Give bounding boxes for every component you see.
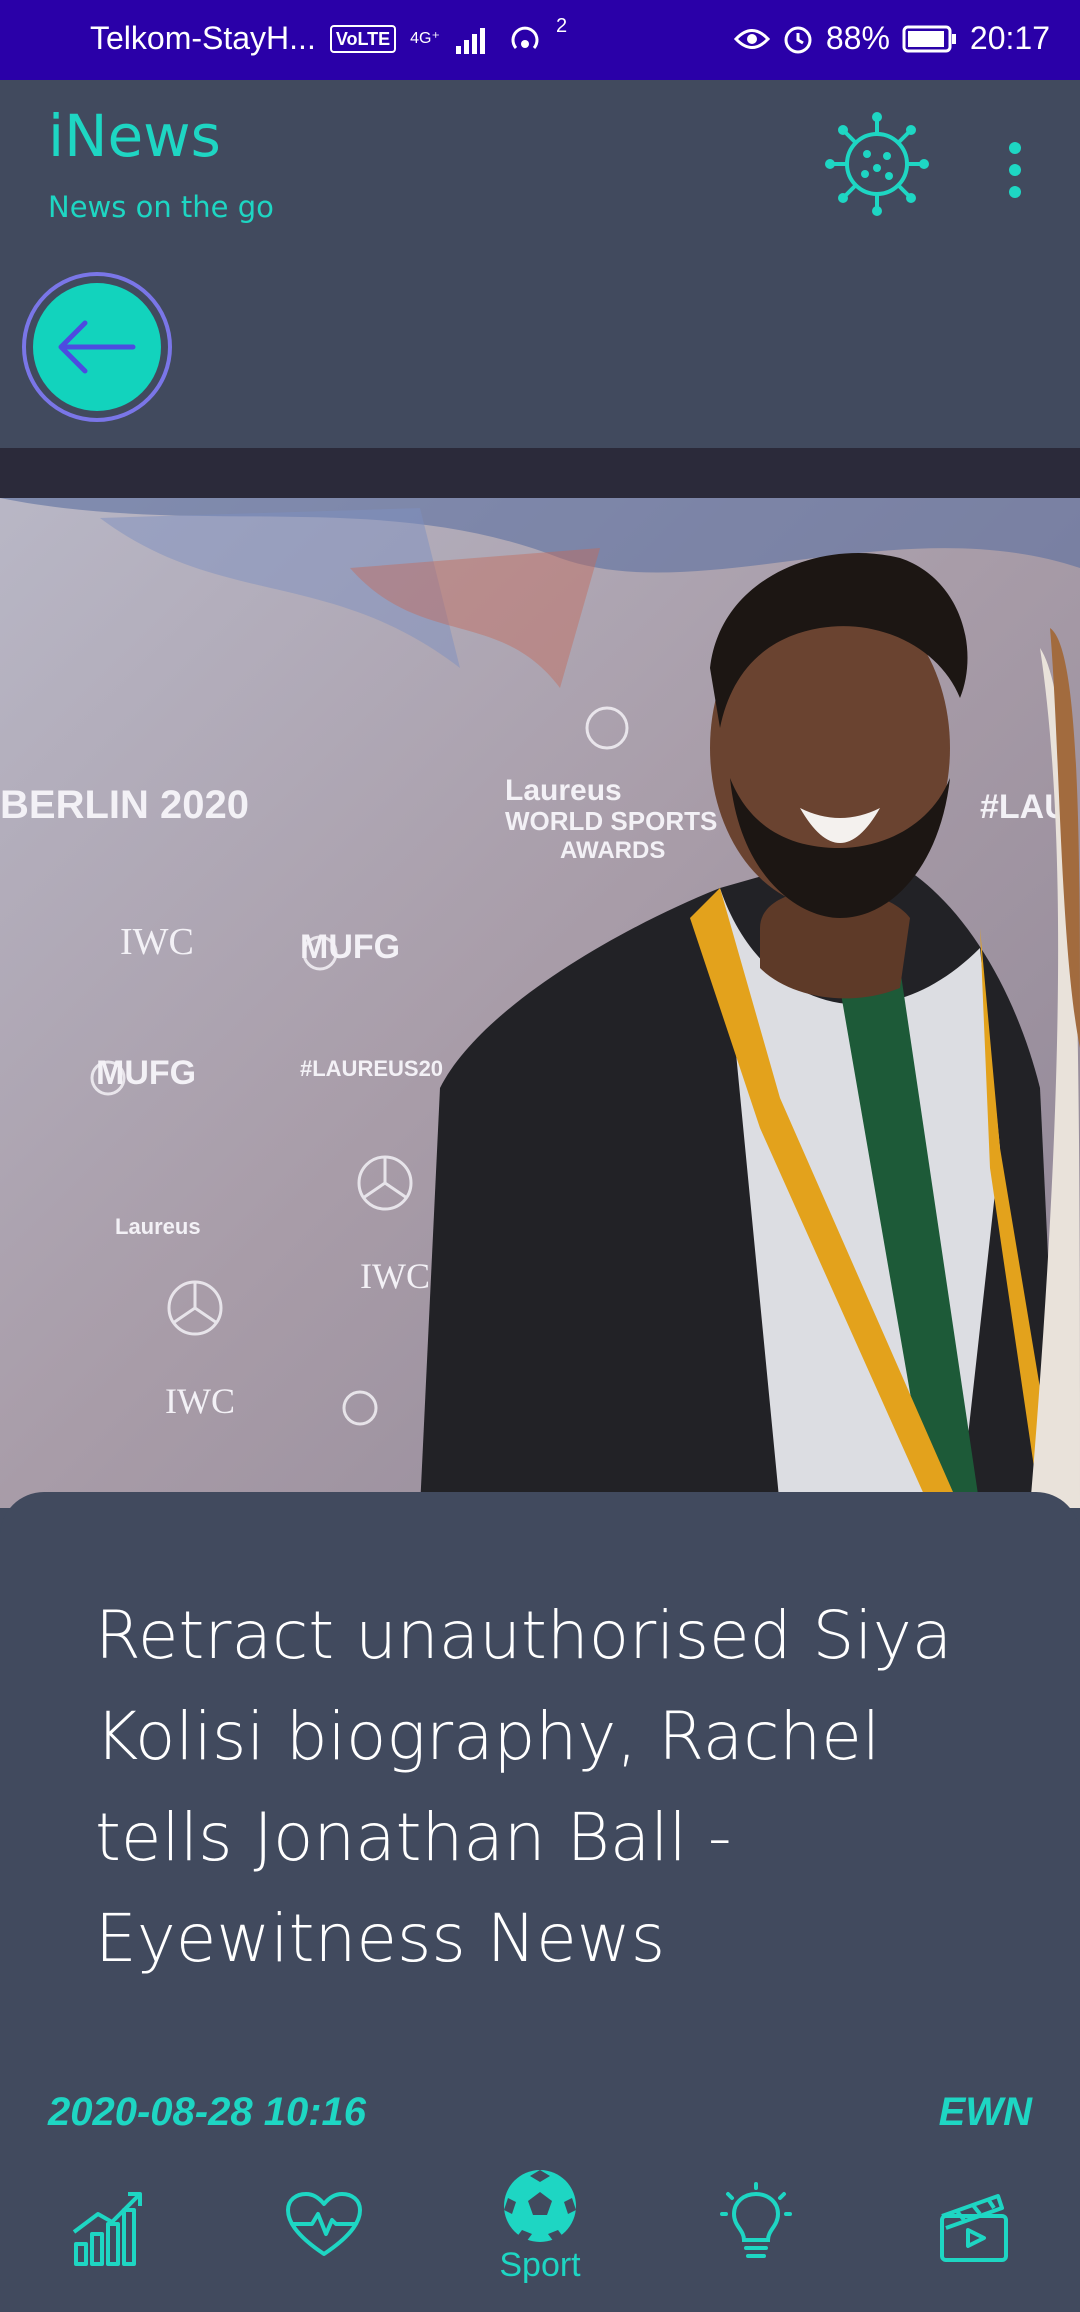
backdrop-text: WORLD SPORTS (505, 806, 717, 836)
backdrop-text: IWC (120, 921, 194, 963)
backdrop-text: #LAUREUS20 (300, 1056, 443, 1081)
lightbulb-icon (720, 2182, 792, 2258)
more-options-icon[interactable] (995, 140, 1035, 200)
app-title: iNews (48, 102, 221, 170)
backdrop-text: IWC (165, 1381, 235, 1421)
carrier-name: Telkom-StayH... (90, 20, 316, 56)
backdrop-text: IWC (360, 1256, 430, 1296)
article-date: 2020-08-28 10:16 (48, 2090, 367, 2134)
battery-icon (902, 25, 956, 52)
nav-label-sport: Sport (499, 2246, 581, 2284)
nav-item-health[interactable] (244, 2160, 404, 2312)
clock-time: 20:17 (969, 20, 1050, 56)
backdrop-text: Laureus (505, 774, 622, 807)
article-photo: BERLIN 2020 Laureus WORLD SPORTS AWARDS … (0, 448, 1080, 1508)
backdrop-text: Laureus (115, 1214, 201, 1239)
nav-item-business[interactable] (28, 2160, 188, 2312)
app-subtitle: News on the go (48, 190, 274, 224)
app-bar: iNews News on the go (0, 80, 1080, 450)
arrow-left-icon (58, 320, 136, 374)
status-bar: Telkom-StayH... VoLTE 4G⁺ 2 88% 20:17 (0, 0, 1080, 80)
article-headline[interactable]: Retract unauthorised Siya Kolisi biograp… (95, 1585, 995, 1989)
nav-item-entertainment[interactable] (894, 2160, 1054, 2312)
alarm-icon (784, 26, 812, 53)
soccer-ball-icon (504, 2170, 576, 2242)
article-source: EWN (938, 2090, 1032, 2134)
hotspot-count: 2 (555, 15, 568, 37)
backdrop-text: MUFG (300, 928, 400, 966)
network-type: 4G⁺ (410, 29, 440, 47)
virus-icon[interactable] (825, 112, 929, 216)
signal-icon (455, 27, 485, 54)
chart-growth-icon (72, 2192, 142, 2266)
eye-icon (733, 28, 770, 49)
backdrop-text: BERLIN 2020 (0, 783, 249, 827)
heartbeat-icon (286, 2192, 362, 2256)
hotspot-icon (511, 26, 539, 49)
battery-percent: 88% (825, 20, 890, 56)
volte-badge: VoLTE (329, 24, 397, 53)
bottom-navigation: Sport (0, 2160, 1080, 2312)
nav-item-science[interactable] (676, 2160, 836, 2312)
back-button[interactable] (22, 272, 172, 422)
clapperboard-icon (940, 2194, 1008, 2262)
nav-item-sport[interactable]: Sport (460, 2160, 620, 2312)
backdrop-text: MUFG (96, 1054, 196, 1092)
backdrop-text: AWARDS (560, 837, 665, 864)
